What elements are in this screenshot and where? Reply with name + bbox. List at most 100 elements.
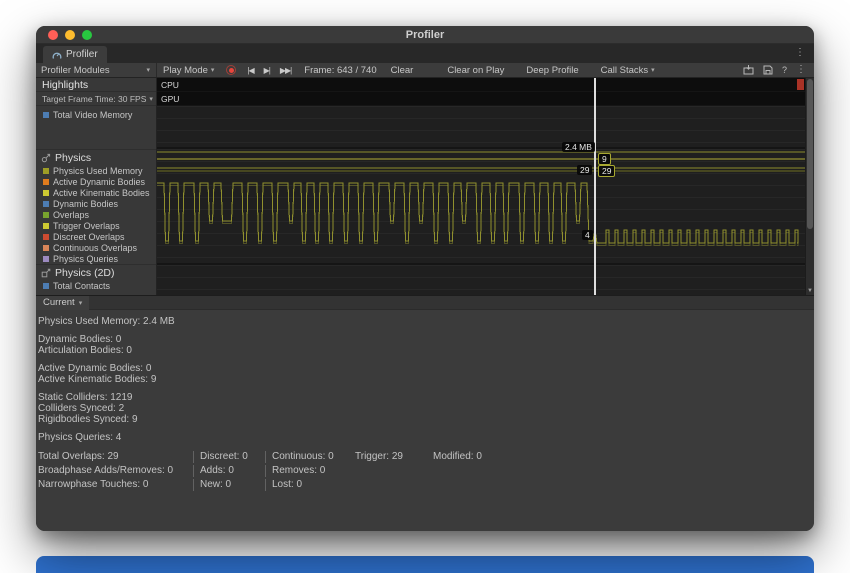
load-profile-icon[interactable]: [743, 65, 754, 75]
memory-chart[interactable]: [157, 106, 805, 147]
cpu-label: CPU: [161, 80, 179, 90]
legend-item[interactable]: Trigger Overlaps: [36, 220, 156, 231]
detail-table-row: Broadphase Adds/Removes: 0Adds: 0Removes…: [38, 464, 814, 478]
series-color-swatch: [43, 245, 49, 251]
highlights-title: Highlights: [42, 79, 88, 91]
charts-scrollbar[interactable]: ▼: [805, 78, 814, 295]
details-groups: Physics Used Memory: 2.4 MBDynamic Bodie…: [38, 316, 814, 443]
background-window-edge: [36, 556, 814, 573]
series-label: Active Kinematic Bodies: [53, 188, 150, 198]
detail-group: Physics Queries: 4: [38, 432, 814, 443]
minimize-button[interactable]: [65, 30, 75, 40]
profiler-gauge-icon: [52, 50, 62, 60]
detail-group: Static Colliders: 1219Colliders Synced: …: [38, 392, 814, 425]
badge-kinematic-value: 9: [598, 153, 611, 165]
help-icon[interactable]: ?: [782, 65, 787, 75]
last-frame-button[interactable]: ▶▶|: [275, 63, 296, 77]
details-mode-dropdown[interactable]: Current ▾: [36, 296, 89, 310]
legend-item[interactable]: Active Dynamic Bodies: [36, 176, 156, 187]
scroll-down-icon[interactable]: ▼: [806, 288, 814, 294]
series-color-swatch: [43, 190, 49, 196]
badge-overlaps-right: 29: [598, 165, 615, 177]
play-mode-dropdown[interactable]: Play Mode ▾: [157, 63, 220, 77]
cpu-spike-marker: [797, 79, 804, 90]
detail-cell: Continuous: 0: [265, 451, 355, 463]
series-color-swatch: [43, 201, 49, 207]
physics-legend: Physics Used Memory Active Dynamic Bodie…: [36, 165, 156, 264]
play-mode-label: Play Mode: [163, 65, 208, 76]
profiler-modules-label: Profiler Modules: [41, 65, 110, 76]
legend-item[interactable]: Active Kinematic Bodies: [36, 187, 156, 198]
detail-cell: Removes: 0: [265, 465, 355, 477]
tab-menu-icon[interactable]: ⋮: [795, 48, 805, 58]
physics-2d-title: Physics (2D): [55, 267, 115, 279]
frame-counter: Frame: 643 / 740: [296, 65, 384, 76]
series-label: Discreet Overlaps: [53, 232, 125, 242]
details-toolbar: Current ▾: [36, 296, 814, 310]
module-header-highlights[interactable]: Highlights: [36, 78, 156, 92]
legend-item[interactable]: Continuous Overlaps: [36, 242, 156, 253]
detail-cell: Broadphase Adds/Removes: 0: [38, 465, 193, 477]
prev-frame-button[interactable]: |◀: [242, 63, 258, 77]
legend-item[interactable]: Discreet Overlaps: [36, 231, 156, 242]
legend-item[interactable]: Physics Used Memory: [36, 165, 156, 176]
detail-table-row: Total Overlaps: 29Discreet: 0Continuous:…: [38, 450, 814, 464]
record-button[interactable]: [220, 63, 242, 77]
charts-column[interactable]: CPU GPU 2.4 MB 9 29: [157, 78, 805, 295]
badge-queries-value: 4: [582, 230, 593, 240]
series-color-swatch: [43, 234, 49, 240]
details-body: Physics Used Memory: 2.4 MBDynamic Bodie…: [36, 310, 814, 492]
profiler-window: Profiler Profiler ⋮ Profiler Modules ▾ P…: [36, 26, 814, 531]
cpu-timeline-strip[interactable]: CPU: [157, 78, 805, 91]
legend-item[interactable]: Physics Queries: [36, 253, 156, 264]
module-header-physics-2d[interactable]: Physics (2D): [36, 265, 156, 280]
save-profile-icon[interactable]: [763, 65, 773, 75]
gpu-timeline-strip[interactable]: GPU: [157, 92, 805, 105]
chevron-down-icon: ▾: [146, 66, 150, 74]
target-frame-time-dropdown[interactable]: Target Frame Time: 30 FPS ▾: [36, 92, 156, 106]
clear-button[interactable]: Clear: [385, 63, 420, 77]
physics-2d-icon: [41, 268, 51, 278]
next-frame-button[interactable]: ▶|: [259, 63, 275, 77]
detail-line: Rigidbodies Synced: 9: [38, 414, 814, 425]
series-color-swatch: [43, 112, 49, 118]
physics-2d-chart[interactable]: [157, 265, 805, 295]
zoom-button[interactable]: [82, 30, 92, 40]
toolbar: Profiler Modules ▾ Play Mode ▾ |◀ ▶| ▶▶|…: [36, 63, 814, 78]
details-panel: Current ▾ Physics Used Memory: 2.4 MBDyn…: [36, 295, 814, 531]
badge-overlaps-left: 29: [577, 165, 592, 175]
chevron-down-icon: ▾: [149, 95, 153, 103]
memory-legend: Total Video Memory: [36, 109, 156, 120]
detail-cell: New: 0: [193, 479, 265, 491]
detail-line: Dynamic Bodies: 0: [38, 334, 814, 345]
gpu-label: GPU: [161, 94, 179, 104]
close-button[interactable]: [48, 30, 58, 40]
physics-2d-legend: Total Contacts: [36, 280, 156, 291]
clear-on-play-toggle[interactable]: Clear on Play: [447, 65, 504, 76]
titlebar[interactable]: Profiler: [36, 26, 814, 44]
legend-item[interactable]: Total Contacts: [36, 280, 156, 291]
tab-label: Profiler: [66, 49, 98, 60]
call-stacks-dropdown[interactable]: Call Stacks ▾: [601, 63, 655, 77]
chevron-down-icon: ▾: [211, 66, 215, 74]
detail-line: Articulation Bodies: 0: [38, 345, 814, 356]
legend-item[interactable]: Total Video Memory: [36, 109, 156, 120]
selected-frame-playhead[interactable]: [594, 78, 596, 295]
deep-profile-toggle[interactable]: Deep Profile: [526, 65, 578, 76]
badge-memory-value: 2.4 MB: [562, 142, 595, 152]
legend-item[interactable]: Overlaps: [36, 209, 156, 220]
series-label: Active Dynamic Bodies: [53, 177, 145, 187]
detail-cell: Narrowphase Touches: 0: [38, 479, 193, 491]
legend-item[interactable]: Dynamic Bodies: [36, 198, 156, 209]
physics-chart[interactable]: [157, 149, 805, 263]
scrollbar-thumb[interactable]: [807, 79, 813, 229]
profiler-modules-dropdown[interactable]: Profiler Modules ▾: [36, 63, 157, 77]
detail-line: Static Colliders: 1219: [38, 392, 814, 403]
series-label: Physics Used Memory: [53, 166, 143, 176]
module-header-physics[interactable]: Physics: [36, 150, 156, 165]
toolbar-menu-icon[interactable]: ⋮: [796, 65, 806, 75]
detail-group: Dynamic Bodies: 0Articulation Bodies: 0: [38, 334, 814, 356]
call-stacks-label: Call Stacks: [601, 65, 649, 76]
tab-profiler[interactable]: Profiler: [43, 46, 107, 63]
tab-bar: Profiler ⋮: [36, 44, 814, 63]
